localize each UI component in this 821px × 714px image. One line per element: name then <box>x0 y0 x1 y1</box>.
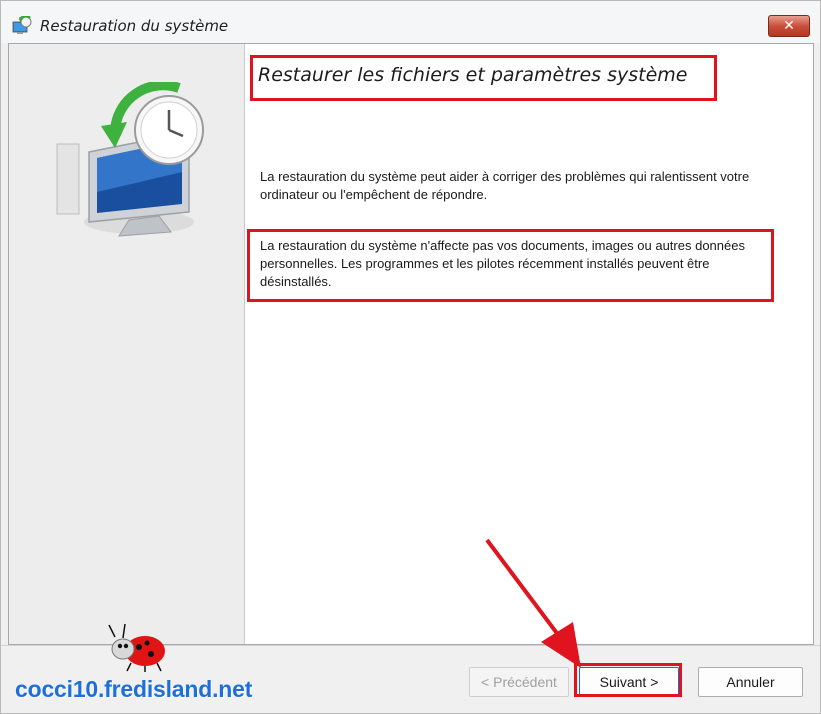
cancel-button[interactable]: Annuler <box>698 667 803 697</box>
system-restore-clock-monitor-icon <box>56 82 204 237</box>
intro-paragraph: La restauration du système peut aider à … <box>260 169 750 202</box>
title-bar: Restauration du système ✕ <box>1 1 820 43</box>
previous-button-label: < Précédent <box>481 674 557 690</box>
previous-button[interactable]: < Précédent <box>469 667 569 697</box>
window-title: Restauration du système <box>40 17 229 35</box>
watermark-text: cocci10.fredisland.net <box>15 676 253 702</box>
paragraph-highlight-box <box>247 229 774 302</box>
system-restore-window: Restauration du système ✕ Restaurer les … <box>0 0 821 714</box>
ladybug-mascot-icon <box>108 623 165 672</box>
close-icon: ✕ <box>783 18 795 34</box>
heading-highlight-box <box>250 55 717 101</box>
dialog-content: Restaurer les fichiers et paramètres sys… <box>8 43 814 645</box>
cancel-button-label: Annuler <box>726 674 775 690</box>
close-button[interactable]: ✕ <box>768 15 810 37</box>
system-restore-icon <box>12 16 32 34</box>
pointer-arrow-icon <box>485 538 581 668</box>
left-panel <box>9 44 245 644</box>
